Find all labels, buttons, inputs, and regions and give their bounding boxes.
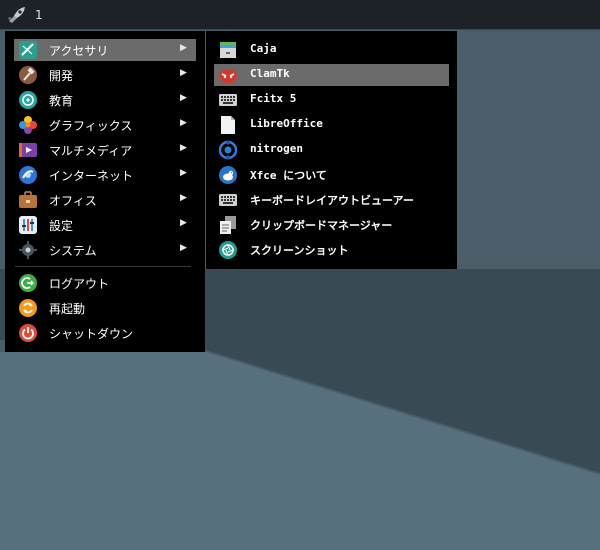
app-item-clipboard-manager[interactable]: クリップボードマネージャー xyxy=(214,214,449,236)
app-item-keyboard-layout-viewer[interactable]: キーボードレイアウトビューアー xyxy=(214,189,449,211)
restart-icon xyxy=(19,299,37,317)
submenu-arrow-icon: ▶ xyxy=(180,193,187,203)
app-item-label: スクリーンショット xyxy=(250,244,349,257)
rocket-icon[interactable] xyxy=(6,6,26,24)
education-icon xyxy=(19,91,37,109)
app-item-label: キーボードレイアウトビューアー xyxy=(250,194,414,207)
submenu-arrow-icon: ▶ xyxy=(180,93,187,103)
menu-item-label: オフィス xyxy=(49,194,97,208)
menu-item-label: アクセサリ xyxy=(49,44,109,58)
menu-item-label: ログアウト xyxy=(49,277,110,291)
clipboard-icon xyxy=(220,216,236,234)
menu-item-office[interactable]: オフィス ▶ xyxy=(14,189,196,211)
power-icon xyxy=(19,324,37,342)
app-item-label: クリップボードマネージャー xyxy=(250,219,393,232)
xfce-icon xyxy=(219,166,237,184)
multimedia-icon xyxy=(19,143,37,157)
document-icon xyxy=(221,116,235,134)
menu-item-multimedia[interactable]: マルチメディア ▶ xyxy=(14,139,196,161)
menu-item-label: シャットダウン xyxy=(49,327,134,341)
menu-item-label: 開発 xyxy=(49,69,74,83)
app-item-clamtk[interactable]: ClamTk xyxy=(214,64,449,86)
logout-button[interactable]: ログアウト xyxy=(14,272,196,294)
app-item-label: Caja xyxy=(250,42,277,55)
submenu-arrow-icon: ▶ xyxy=(180,218,187,228)
briefcase-icon xyxy=(19,191,37,208)
submenu-arrow-icon: ▶ xyxy=(180,68,187,78)
menu-item-graphics[interactable]: グラフィックス ▶ xyxy=(14,114,196,136)
screenshot-icon xyxy=(219,241,237,259)
keyboard-icon xyxy=(219,94,237,106)
app-item-caja[interactable]: Caja xyxy=(214,39,449,61)
menu-item-internet[interactable]: インターネット ▶ xyxy=(14,164,196,186)
app-item-label: LibreOffice xyxy=(250,117,323,130)
shutdown-button[interactable]: シャットダウン xyxy=(14,322,196,344)
app-item-label: Fcitx 5 xyxy=(250,92,297,105)
menu-item-education[interactable]: 教育 ▶ xyxy=(14,89,196,111)
menu-item-label: 再起動 xyxy=(49,302,86,316)
menu-item-settings[interactable]: 設定 ▶ xyxy=(14,214,196,236)
menu-item-label: マルチメディア xyxy=(49,144,133,158)
workspace-indicator[interactable]: 1 xyxy=(35,8,43,22)
app-item-nitrogen[interactable]: nitrogen xyxy=(214,139,449,161)
clamtk-icon xyxy=(219,69,237,83)
hammer-icon xyxy=(19,66,37,84)
app-item-about-xfce[interactable]: Xfce について xyxy=(214,164,449,186)
menu-item-development[interactable]: 開発 ▶ xyxy=(14,64,196,86)
logout-icon xyxy=(19,274,37,292)
menu-separator xyxy=(15,266,191,267)
app-item-label: nitrogen xyxy=(250,142,303,155)
app-item-label: ClamTk xyxy=(250,67,290,80)
menu-item-system[interactable]: システム ▶ xyxy=(14,239,196,261)
restart-button[interactable]: 再起動 xyxy=(14,297,196,319)
nitrogen-icon xyxy=(218,140,238,160)
menu-item-label: グラフィックス xyxy=(49,119,133,133)
app-item-label: Xfce について xyxy=(250,169,327,182)
menu-item-label: 教育 xyxy=(49,94,74,108)
app-item-libreoffice[interactable]: LibreOffice xyxy=(214,114,449,136)
submenu-arrow-icon: ▶ xyxy=(180,243,187,253)
menu-item-accessories[interactable]: アクセサリ ▶ xyxy=(14,39,196,61)
menu-item-label: 設定 xyxy=(49,219,74,233)
submenu-arrow-icon: ▶ xyxy=(180,143,187,153)
graphics-icon xyxy=(19,116,37,134)
top-panel: 1 xyxy=(0,0,600,30)
submenu-arrow-icon: ▶ xyxy=(180,43,187,53)
app-item-fcitx5[interactable]: Fcitx 5 xyxy=(214,89,449,111)
internet-icon xyxy=(19,166,37,184)
file-manager-icon xyxy=(220,42,236,58)
submenu-arrow-icon: ▶ xyxy=(180,118,187,128)
submenu-arrow-icon: ▶ xyxy=(180,168,187,178)
accessories-submenu: Caja ClamTk Fcitx 5 LibreOffice nitrogen… xyxy=(206,31,457,269)
settings-icon xyxy=(19,216,37,234)
accessories-icon xyxy=(19,41,37,59)
application-menu: アクセサリ ▶ 開発 ▶ 教育 ▶ グラフィックス ▶ マルチメディア ▶ イン… xyxy=(5,31,205,352)
app-item-screenshot[interactable]: スクリーンショット xyxy=(214,239,449,261)
gear-icon xyxy=(19,241,37,259)
menu-item-label: インターネット xyxy=(49,169,134,183)
keyboard-layout-icon xyxy=(219,194,237,206)
menu-item-label: システム xyxy=(49,244,97,258)
